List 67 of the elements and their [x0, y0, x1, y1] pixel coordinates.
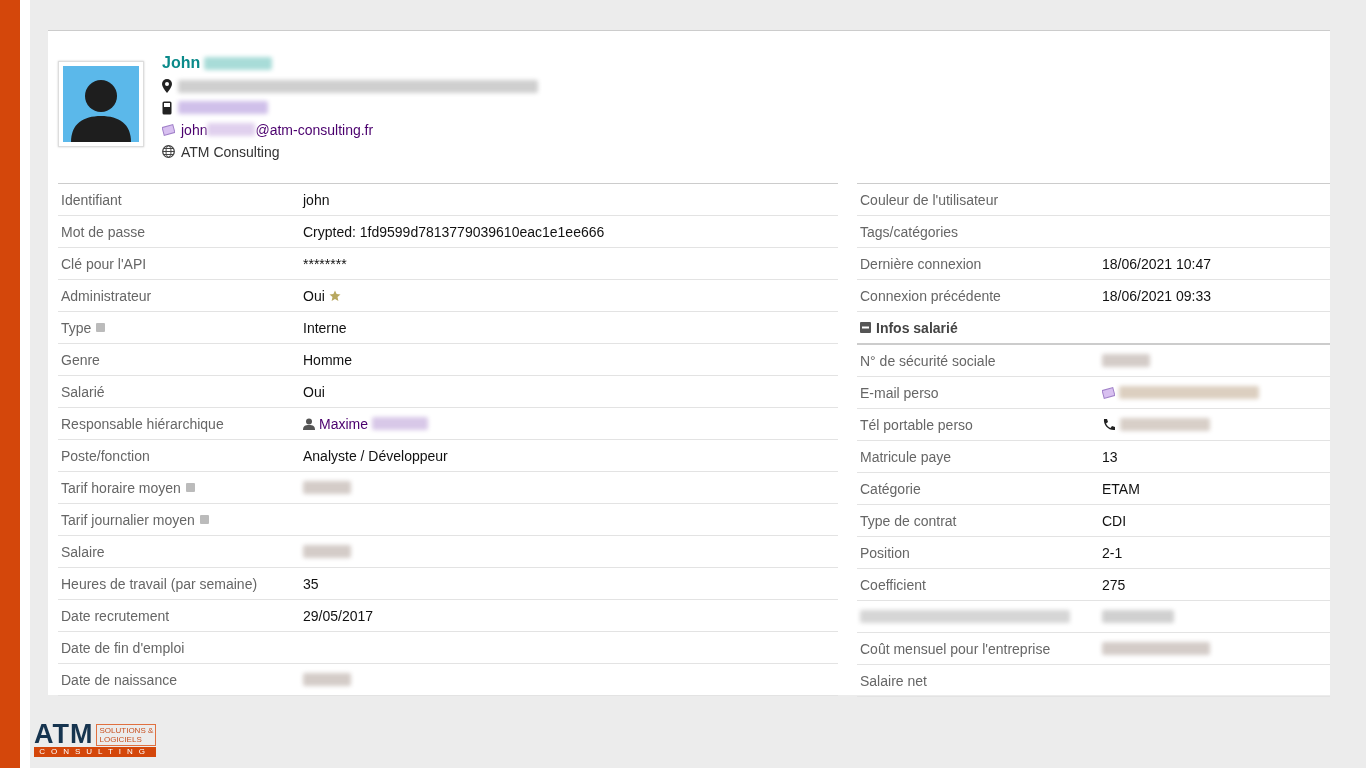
field-value: 13 [1102, 448, 1118, 465]
field-value: john [303, 191, 330, 208]
field-label: Coefficient [860, 576, 926, 593]
field-label: Type de contrat [860, 512, 957, 529]
person-icon [303, 417, 315, 430]
field-label: Salaire net [860, 672, 927, 689]
field-value: 35 [303, 575, 319, 592]
user-name: John [162, 54, 201, 73]
blurred-text [372, 417, 428, 430]
field-value: 29/05/2017 [303, 607, 374, 624]
field-value: Homme [303, 351, 352, 368]
field-label: Clé pour l'API [61, 255, 147, 272]
blurred-text [303, 673, 351, 686]
field-label: Date recrutement [61, 607, 170, 624]
email-link[interactable]: john @atm-consulting.fr [181, 121, 374, 138]
field-value: ETAM [1102, 480, 1140, 497]
field-label: Salarié [61, 383, 105, 400]
field-value: 18/06/2021 09:33 [1102, 287, 1211, 304]
star-icon [328, 289, 341, 302]
field-value: Interne [303, 319, 347, 336]
field-label: Tél portable perso [860, 416, 973, 433]
section-toggle[interactable]: Infos salarié [857, 319, 958, 336]
field-label: Mot de passe [61, 223, 146, 240]
envelope-icon [1102, 386, 1115, 399]
field-label: Identifiant [61, 191, 122, 208]
blurred-text [303, 545, 351, 558]
field-label: Tags/catégories [860, 223, 959, 240]
field-label: Couleur de l'utilisateur [860, 191, 999, 208]
company-name: ATM Consulting [181, 143, 280, 160]
field-value: CDI [1102, 512, 1127, 529]
field-label: Catégorie [860, 480, 921, 497]
field-label: Type [61, 319, 92, 336]
field-label: Matricule paye [860, 448, 952, 465]
blurred-text [303, 481, 351, 494]
field-value: 2-1 [1102, 544, 1123, 561]
globe-icon [162, 145, 175, 159]
field-label: Date de naissance [61, 671, 177, 688]
field-label: E-mail perso [860, 384, 939, 401]
field-value: Crypted: 1fd9599d7813779039610eac1e1ee666 [303, 223, 605, 240]
field-value: Analyste / Développeur [303, 447, 448, 464]
field-label: Heures de travail (par semaine) [61, 575, 258, 592]
field-label: Dernière connexion [860, 255, 982, 272]
field-value: ******** [303, 255, 347, 272]
field-label: Administrateur [61, 287, 152, 304]
field-value: 18/06/2021 10:47 [1102, 255, 1211, 272]
field-label: Tarif horaire moyen [61, 479, 181, 496]
field-label: Tarif journalier moyen [61, 511, 195, 528]
field-label: Date de fin d'emploi [61, 639, 185, 656]
field-label: Coût mensuel pour l'entreprise [860, 640, 1051, 657]
field-label: Connexion précédente [860, 287, 1001, 304]
phone-icon [1102, 417, 1116, 432]
blurred-text [1102, 354, 1150, 367]
field-label: N° de sécurité sociale [860, 352, 996, 369]
blurred-text [1102, 610, 1174, 623]
envelope-icon [162, 123, 175, 136]
mobile-phone-icon [162, 100, 172, 115]
field-value: 275 [1102, 576, 1126, 593]
field-label: Salaire [61, 543, 105, 560]
blurred-text [204, 56, 273, 70]
field-label: Responsable hiérarchique [61, 415, 224, 432]
field-value: Oui [303, 287, 325, 304]
field-value: Oui [303, 383, 325, 400]
field-label: Genre [61, 351, 100, 368]
field-label: Poste/fonction [61, 447, 150, 464]
field-label: Position [860, 544, 910, 561]
map-pin-icon [162, 79, 172, 94]
manager-link[interactable]: Maxime [319, 415, 368, 432]
